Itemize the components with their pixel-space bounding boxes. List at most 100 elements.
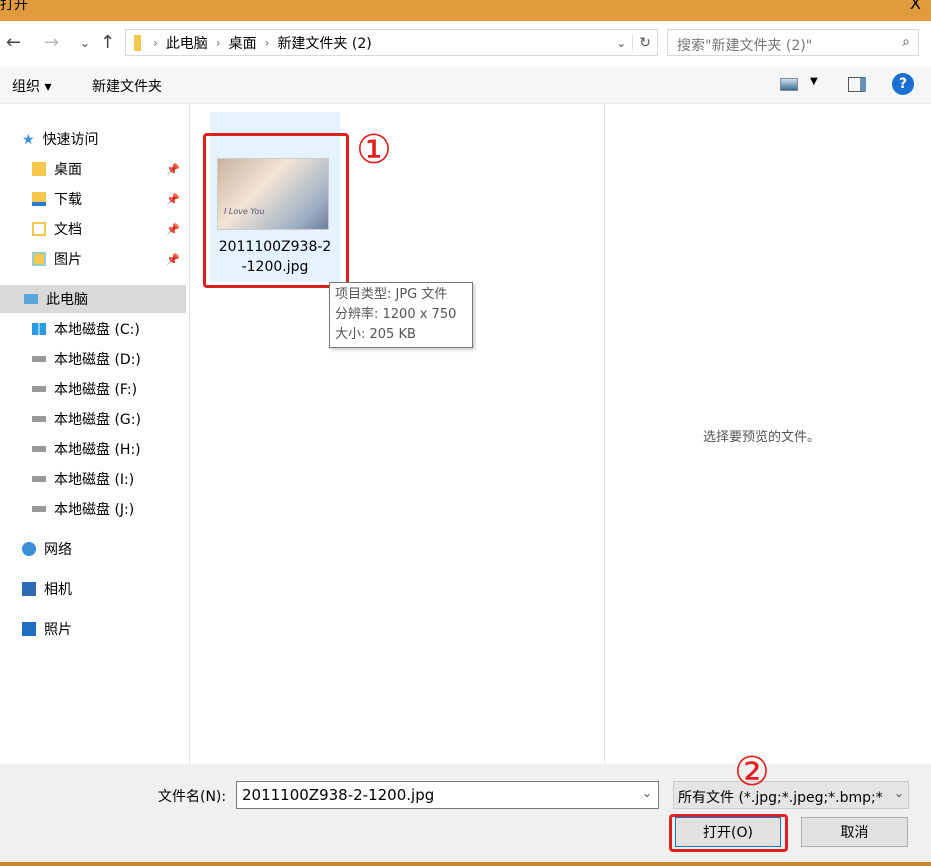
back-button[interactable]: ← bbox=[6, 32, 21, 53]
annotation-number: ② bbox=[734, 752, 770, 792]
tooltip-size: 大小: 205 KB bbox=[335, 325, 467, 345]
organize-menu[interactable]: 组织 ▾ bbox=[12, 76, 51, 96]
sidebar-item-label: 本地磁盘 (I:) bbox=[54, 469, 134, 489]
window-title: 打开 bbox=[0, 0, 28, 14]
filename-input[interactable]: 2011100Z938-2-1200.jpg ⌄ bbox=[236, 781, 659, 809]
breadcrumb-desktop[interactable]: 桌面 bbox=[229, 33, 257, 53]
pin-icon: 📌 bbox=[166, 223, 180, 236]
sidebar-item-quick-access[interactable]: ★ 快速访问 bbox=[0, 125, 186, 153]
sidebar-item-desktop[interactable]: 桌面 📌 bbox=[0, 155, 186, 183]
up-button[interactable]: ↑ bbox=[100, 32, 115, 53]
chevron-right-icon: › bbox=[153, 36, 158, 50]
sidebar-item-label: 图片 bbox=[54, 249, 82, 269]
download-folder-icon bbox=[32, 192, 46, 206]
pin-icon: 📌 bbox=[166, 163, 180, 176]
sidebar-item-label: 本地磁盘 (F:) bbox=[54, 379, 137, 399]
sidebar-item-label: 相机 bbox=[44, 579, 72, 599]
folder-icon bbox=[134, 35, 141, 51]
cancel-button[interactable]: 取消 bbox=[801, 817, 908, 847]
drive-icon bbox=[32, 506, 46, 512]
sidebar-item-drive-d[interactable]: 本地磁盘 (D:) bbox=[0, 345, 186, 373]
sidebar-item-pictures[interactable]: 图片 📌 bbox=[0, 245, 186, 273]
sidebar-item-documents[interactable]: 文档 📌 bbox=[0, 215, 186, 243]
title-bar: 打开 X bbox=[0, 0, 931, 21]
breadcrumb-folder[interactable]: 新建文件夹 (2) bbox=[277, 33, 371, 53]
sidebar-item-label: 照片 bbox=[44, 619, 72, 639]
chevron-right-icon: › bbox=[265, 36, 270, 50]
chevron-right-icon: › bbox=[216, 36, 221, 50]
file-type-value: 所有文件 (*.jpg;*.jpeg;*.bmp;* bbox=[678, 790, 883, 806]
sidebar-item-label: 本地磁盘 (G:) bbox=[54, 409, 141, 429]
sidebar-item-label: 文档 bbox=[54, 219, 82, 239]
drive-icon bbox=[32, 476, 46, 482]
new-folder-button[interactable]: 新建文件夹 bbox=[92, 76, 162, 96]
sidebar-item-label: 快速访问 bbox=[43, 129, 99, 149]
star-icon: ★ bbox=[22, 132, 35, 146]
sidebar-item-this-pc[interactable]: 此电脑 bbox=[0, 285, 186, 313]
sidebar-item-label: 本地磁盘 (D:) bbox=[54, 349, 141, 369]
preview-divider bbox=[604, 104, 605, 764]
view-dropdown-icon[interactable]: ▼ bbox=[810, 76, 818, 87]
file-list: I Love You 2011100Z938-2 -1200.jpg ① 项目类… bbox=[190, 104, 604, 764]
tooltip: 项目类型: JPG 文件 分辨率: 1200 x 750 大小: 205 KB bbox=[329, 282, 473, 348]
search-input[interactable]: 搜索"新建文件夹 (2)" ⌕ bbox=[667, 29, 919, 56]
photos-icon bbox=[22, 622, 36, 636]
drive-icon bbox=[32, 386, 46, 392]
sidebar-item-label: 桌面 bbox=[54, 159, 82, 179]
sidebar-item-network[interactable]: 网络 bbox=[0, 535, 186, 563]
drive-icon bbox=[32, 356, 46, 362]
sidebar-item-downloads[interactable]: 下载 📌 bbox=[0, 185, 186, 213]
chevron-down-icon[interactable]: ⌄ bbox=[610, 36, 632, 50]
file-type-select[interactable]: 所有文件 (*.jpg;*.jpeg;*.bmp;* ⌄ bbox=[673, 781, 909, 809]
sidebar-item-drive-i[interactable]: 本地磁盘 (I:) bbox=[0, 465, 186, 493]
sidebar-item-label: 本地磁盘 (H:) bbox=[54, 439, 141, 459]
help-icon[interactable]: ? bbox=[892, 73, 914, 95]
sidebar-item-label: 网络 bbox=[44, 539, 72, 559]
network-icon bbox=[22, 542, 36, 556]
windows-drive-icon bbox=[32, 323, 46, 335]
search-placeholder: 搜索"新建文件夹 (2)" bbox=[677, 38, 812, 54]
preview-pane-icon[interactable] bbox=[848, 77, 866, 92]
toolbar: 组织 ▾ 新建文件夹 ▼ ? bbox=[0, 66, 931, 104]
navigation-pane: ★ 快速访问 桌面 📌 下载 📌 文档 📌 图片 📌 此电脑 本地磁盘 (C:) 本地磁盘… bbox=[0, 104, 190, 764]
filename-label: 文件名(N): bbox=[158, 786, 226, 806]
sidebar-item-label: 本地磁盘 (J:) bbox=[54, 499, 134, 519]
tooltip-type: 项目类型: JPG 文件 bbox=[335, 285, 467, 305]
sidebar-item-drive-f[interactable]: 本地磁盘 (F:) bbox=[0, 375, 186, 403]
window-border bbox=[0, 862, 931, 866]
forward-button[interactable]: → bbox=[44, 32, 59, 53]
chevron-down-icon[interactable]: ⌄ bbox=[642, 786, 652, 800]
filename-value: 2011100Z938-2-1200.jpg bbox=[242, 786, 434, 804]
desktop-folder-icon bbox=[32, 162, 46, 176]
address-bar[interactable]: › 此电脑 › 桌面 › 新建文件夹 (2) ⌄ ↻ bbox=[125, 29, 658, 56]
sidebar-item-drive-c[interactable]: 本地磁盘 (C:) bbox=[0, 315, 186, 343]
sidebar-item-label: 下载 bbox=[54, 189, 82, 209]
view-icon[interactable] bbox=[780, 78, 798, 91]
cancel-button-label: 取消 bbox=[841, 822, 869, 842]
pin-icon: 📌 bbox=[166, 193, 180, 206]
sidebar-item-label: 本地磁盘 (C:) bbox=[54, 319, 140, 339]
tooltip-resolution: 分辨率: 1200 x 750 bbox=[335, 305, 467, 325]
pictures-folder-icon bbox=[32, 252, 46, 266]
camera-icon bbox=[22, 582, 36, 596]
computer-icon bbox=[24, 294, 38, 304]
refresh-icon[interactable]: ↻ bbox=[632, 35, 657, 51]
sidebar-item-drive-g[interactable]: 本地磁盘 (G:) bbox=[0, 405, 186, 433]
documents-folder-icon bbox=[32, 222, 46, 236]
dialog-footer: 文件名(N): 2011100Z938-2-1200.jpg ⌄ 所有文件 (*… bbox=[0, 764, 931, 866]
sidebar-item-drive-j[interactable]: 本地磁盘 (J:) bbox=[0, 495, 186, 523]
sidebar-item-label: 此电脑 bbox=[46, 289, 88, 309]
sidebar-item-photos[interactable]: 照片 bbox=[0, 615, 186, 643]
sidebar-item-drive-h[interactable]: 本地磁盘 (H:) bbox=[0, 435, 186, 463]
sidebar-item-camera[interactable]: 相机 bbox=[0, 575, 186, 603]
preview-message: 选择要预览的文件。 bbox=[703, 426, 820, 445]
pin-icon: 📌 bbox=[166, 253, 180, 266]
close-button[interactable]: X bbox=[910, 0, 921, 13]
highlight-box bbox=[203, 133, 349, 288]
drive-icon bbox=[32, 416, 46, 422]
highlight-box bbox=[669, 814, 788, 852]
recent-locations-button[interactable]: ⌄ bbox=[80, 36, 90, 50]
breadcrumb-this-pc[interactable]: 此电脑 bbox=[166, 33, 208, 53]
search-icon: ⌕ bbox=[902, 34, 910, 50]
drive-icon bbox=[32, 446, 46, 452]
